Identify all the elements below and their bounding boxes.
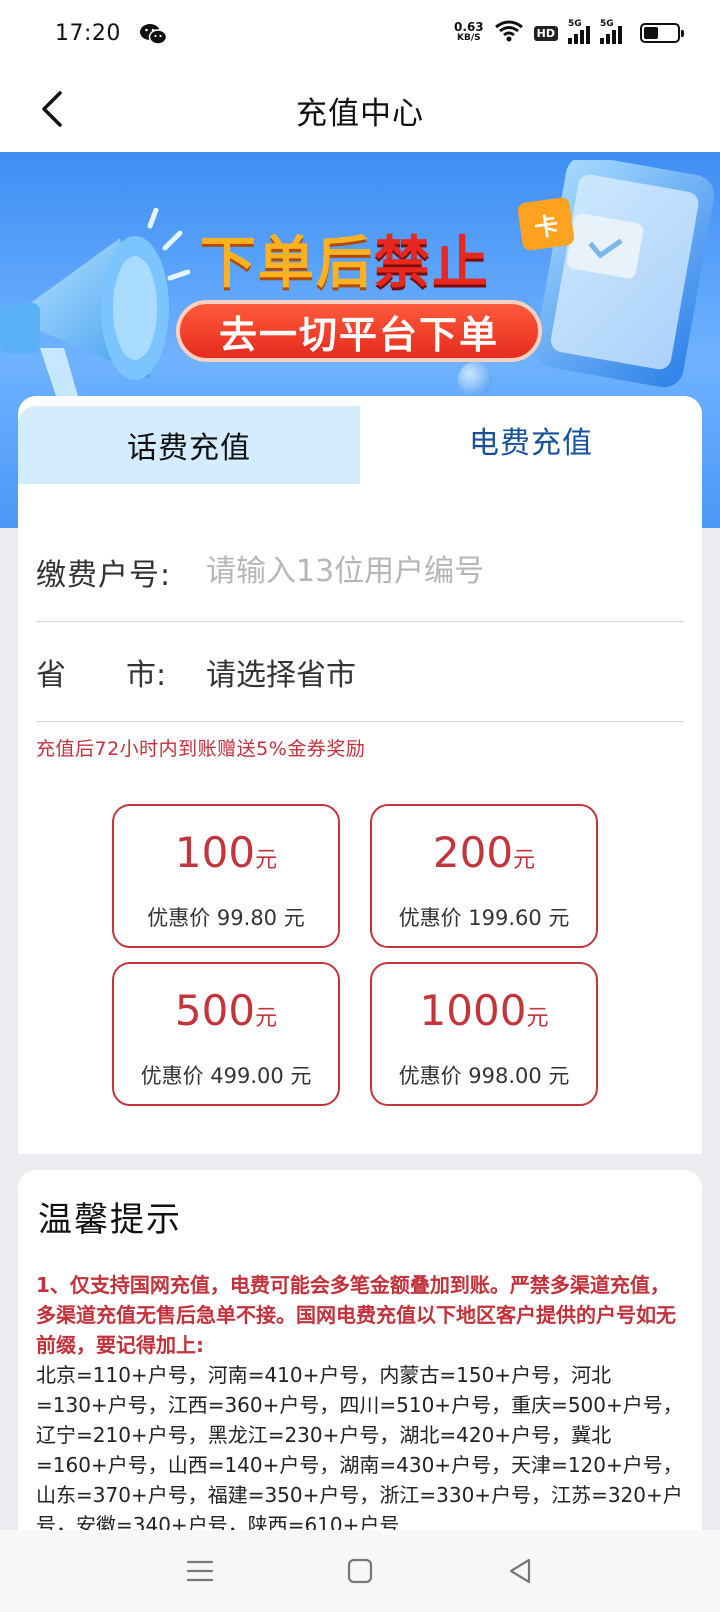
amount-discount-price: 优惠价 998.00 元 <box>398 1064 570 1088</box>
amount-unit: 元 <box>513 848 536 873</box>
account-label: 缴费户号: <box>36 557 172 593</box>
card-badge: 卡 <box>516 196 576 252</box>
status-left: 17:20 <box>55 20 168 46</box>
system-nav-bar <box>0 1530 720 1612</box>
amount-number: 200 <box>432 828 514 877</box>
amount-discount-price: 优惠价 99.80 元 <box>147 906 305 930</box>
amount-value: 500元 <box>114 986 338 1035</box>
signal-icon-2: 5G <box>600 19 622 44</box>
banner-headline: 下单后禁止 <box>200 218 490 299</box>
amount-number: 500 <box>174 986 256 1035</box>
amount-value: 200元 <box>372 828 596 877</box>
banner-pill: 去一切平台下单 <box>176 300 542 362</box>
menu-button[interactable] <box>170 1541 230 1601</box>
amount-value: 100元 <box>114 828 338 877</box>
amount-discount-price: 优惠价 199.60 元 <box>398 906 570 930</box>
amount-option-500[interactable]: 500元 优惠价 499.00 元 <box>112 962 340 1106</box>
tips-card: 温馨提示 1、仅支持国网充值，电费可能会多笔金额叠加到账。严禁多渠道充值，多渠道… <box>18 1170 702 1530</box>
menu-icon <box>186 1560 214 1582</box>
amount-unit: 元 <box>526 1006 549 1031</box>
tab-electricity-label: 电费充值 <box>469 426 593 461</box>
sim2-label: 5G <box>600 19 614 29</box>
amount-number: 100 <box>174 828 256 877</box>
page-title: 充值中心 <box>296 96 424 132</box>
amount-option-100[interactable]: 100元 优惠价 99.80 元 <box>112 804 340 948</box>
region-label: 省 市: <box>36 657 167 693</box>
hd-badge: HD <box>533 25 558 41</box>
status-right: 0.63 KB/S HD 5G 5G <box>454 19 684 47</box>
tips-region-prefixes: 北京=110+户号，河南=410+户号，内蒙古=150+户号，河北=130+户号… <box>36 1363 683 1530</box>
signal-icon: 5G <box>568 19 590 44</box>
home-square-icon <box>347 1558 373 1584</box>
account-number-input[interactable] <box>206 554 676 589</box>
wechat-icon <box>139 22 168 45</box>
amount-option-200[interactable]: 200元 优惠价 199.60 元 <box>370 804 598 948</box>
tips-warning-text: 1、仅支持国网充值，电费可能会多笔金额叠加到账。严禁多渠道充值，多渠道充值无售后… <box>36 1273 676 1357</box>
banner-headline-orange: 下单后 <box>200 231 374 296</box>
decor-ball <box>458 362 492 396</box>
amount-value: 1000元 <box>372 986 596 1035</box>
status-time: 17:20 <box>55 20 121 46</box>
banner-subline: 去一切平台下单 <box>218 312 499 357</box>
net-speed-unit: KB/S <box>457 33 481 43</box>
sim1-label: 5G <box>568 19 582 29</box>
region-field-row[interactable]: 省 市: 请选择省市 <box>36 622 684 722</box>
amount-number: 1000 <box>419 986 527 1035</box>
network-speed: 0.63 KB/S <box>454 20 484 44</box>
region-select[interactable]: 请选择省市 <box>206 650 356 694</box>
battery-icon <box>640 23 684 43</box>
tips-title: 温馨提示 <box>38 1200 182 1240</box>
app-header: 充值中心 <box>0 66 720 152</box>
net-speed-value: 0.63 <box>454 20 484 34</box>
tab-electricity-recharge[interactable]: 电费充值 <box>360 396 702 484</box>
home-button[interactable] <box>330 1541 390 1601</box>
wifi-icon <box>494 19 524 47</box>
back-triangle-icon <box>509 1558 531 1584</box>
promo-note: 充值后72小时内到账赠送5%金券奖励 <box>36 738 366 760</box>
phone-illustration <box>535 160 715 388</box>
amount-unit: 元 <box>255 848 278 873</box>
tab-phone-label: 话费充值 <box>127 431 251 466</box>
tab-phone-recharge[interactable]: 话费充值 <box>18 406 378 484</box>
nav-back-button[interactable] <box>490 1541 550 1601</box>
status-bar: 17:20 0.63 KB/S HD 5G 5G <box>0 0 720 66</box>
amount-discount-price: 优惠价 499.00 元 <box>140 1064 312 1088</box>
banner-headline-red: 禁止 <box>374 231 490 296</box>
account-field-row: 缴费户号: <box>36 522 684 622</box>
recharge-form-card: 话费充值 电费充值 缴费户号: 省 市: 请选择省市 充值后72小时内到账赠送5… <box>18 396 702 1154</box>
amount-option-1000[interactable]: 1000元 优惠价 998.00 元 <box>370 962 598 1106</box>
amount-unit: 元 <box>255 1006 278 1031</box>
